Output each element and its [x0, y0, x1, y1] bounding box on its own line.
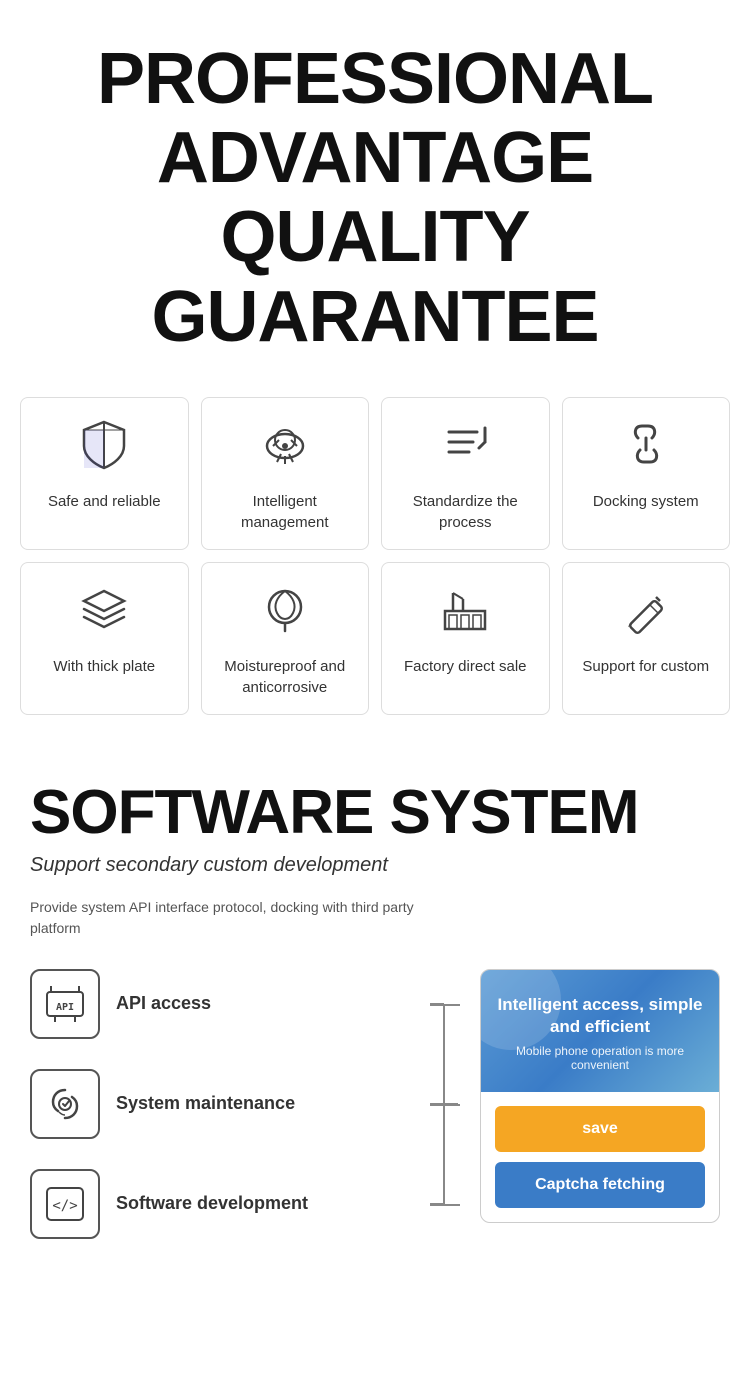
shield-icon	[78, 418, 130, 479]
software-desc: Provide system API interface protocol, d…	[30, 897, 430, 939]
software-content: API API access	[30, 969, 720, 1239]
factory-icon	[439, 583, 491, 644]
maintenance-icon	[30, 1069, 100, 1139]
feature-factory-direct: Factory direct sale	[381, 562, 550, 715]
software-subtitle: Support secondary custom development	[30, 854, 720, 877]
feature-standardize: Standardize the process	[381, 397, 550, 550]
api-item: API API access	[30, 969, 430, 1039]
feature-support-custom-label: Support for custom	[582, 656, 709, 677]
api-label: API access	[116, 992, 211, 1015]
software-section: SOFTWARE SYSTEM Support secondary custom…	[0, 747, 750, 1259]
code-icon: </>	[30, 1169, 100, 1239]
task-icon	[439, 418, 491, 479]
maintenance-label: System maintenance	[116, 1092, 295, 1115]
feature-docking: Docking system	[562, 397, 731, 550]
panel-header-sub: Mobile phone operation is more convenien…	[497, 1044, 703, 1072]
feature-docking-label: Docking system	[593, 491, 699, 512]
svg-text:</>: </>	[52, 1198, 77, 1214]
header-section: PROFESSIONAL ADVANTAGE QUALITY GUARANTEE	[0, 0, 750, 387]
link-icon	[620, 418, 672, 479]
panel-body: save Captcha fetching	[481, 1092, 719, 1222]
feature-standardize-label: Standardize the process	[392, 491, 539, 533]
svg-text:API: API	[56, 1002, 74, 1013]
software-title: SOFTWARE SYSTEM	[30, 777, 720, 848]
feature-intelligent-label: Intelligent management	[212, 491, 359, 533]
feature-row-2: With thick plate Moistureproof and antic…	[20, 562, 730, 715]
feature-moistureproof: Moistureproof and anticorrosive	[201, 562, 370, 715]
feature-safe-reliable: Safe and reliable	[20, 397, 189, 550]
feature-moistureproof-label: Moistureproof and anticorrosive	[212, 656, 359, 698]
software-items-col: API API access	[30, 969, 430, 1239]
layers-icon	[78, 583, 130, 644]
dev-label: Software development	[116, 1192, 308, 1215]
feature-intelligent-mgmt: Intelligent management	[201, 397, 370, 550]
save-button[interactable]: save	[495, 1106, 705, 1152]
leaf-icon	[259, 583, 311, 644]
main-title: PROFESSIONAL ADVANTAGE QUALITY GUARANTEE	[20, 40, 730, 357]
pencil-icon	[620, 583, 672, 644]
feature-thick-plate-label: With thick plate	[53, 656, 155, 677]
panel-header-title: Intelligent access, simple and efficient	[497, 994, 703, 1038]
feature-support-custom: Support for custom	[562, 562, 731, 715]
feature-row-1: Safe and reliable Intelligent management	[20, 397, 730, 550]
dev-item: </> Software development	[30, 1169, 430, 1239]
panel-header: Intelligent access, simple and efficient…	[481, 970, 719, 1092]
feature-thick-plate: With thick plate	[20, 562, 189, 715]
maintenance-item: System maintenance	[30, 1069, 430, 1139]
feature-section: Safe and reliable Intelligent management	[0, 387, 750, 747]
feature-factory-label: Factory direct sale	[404, 656, 527, 677]
cloud-icon	[259, 418, 311, 479]
feature-safe-reliable-label: Safe and reliable	[48, 491, 161, 512]
api-icon: API	[30, 969, 100, 1039]
captcha-button[interactable]: Captcha fetching	[495, 1162, 705, 1208]
right-panel: Intelligent access, simple and efficient…	[480, 969, 720, 1223]
